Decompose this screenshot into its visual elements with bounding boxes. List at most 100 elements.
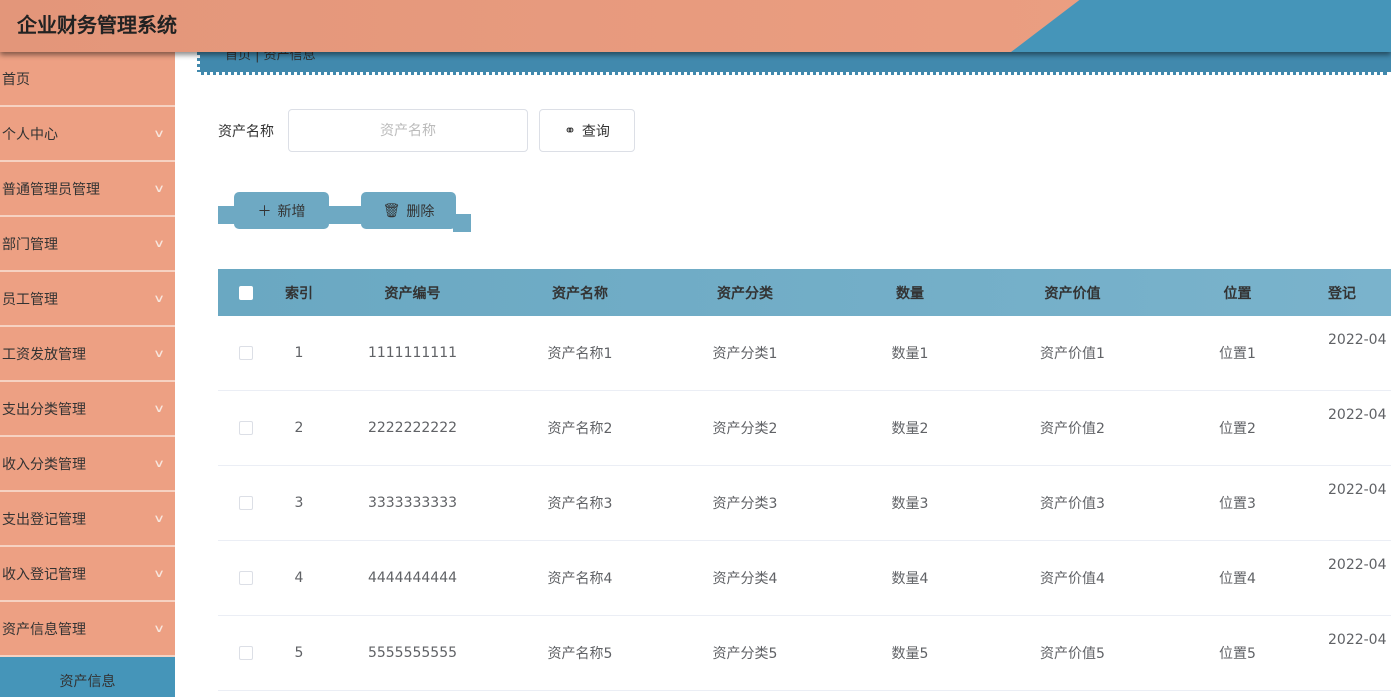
chevron-down-icon: ∨ [152,457,166,470]
table-cell: 资产价值5 [1040,646,1105,662]
row-checkbox[interactable] [238,571,253,585]
table-cell: 资产价值3 [1040,496,1105,512]
sidebar-item[interactable]: 支出登记管理 ∨ [0,492,175,547]
table-cell: 5555555555 [367,645,458,661]
app-title: 企业财务管理系统 [17,13,177,37]
table-cell: 3 [294,495,304,511]
sidebar-item[interactable]: 收入分类管理 ∨ [0,437,175,492]
table-cell: 2 [294,420,304,436]
search-icon: ⚭ [564,122,576,138]
table-cell: 资产名称4 [547,571,613,587]
table-cell: 数量3 [891,496,929,512]
column-header: 索引 [285,285,313,302]
sidebar-item[interactable]: 工资发放管理 ∨ [0,327,175,382]
table-cell: 2022-04 [1328,407,1387,423]
sidebar-item-label: 工资发放管理 [2,346,86,363]
sidebar-item-label: 资产信息管理 [2,621,86,638]
table-row: 1 1111111111 资产名称1 资产分类1 数量1 资产价值1 位置1 2022-04 [218,316,1391,391]
chevron-down-icon: ∨ [152,512,166,525]
column-header: 资产名称 [552,285,608,302]
table-cell: 资产价值1 [1040,346,1105,362]
table-cell: 资产分类2 [712,421,778,437]
table-cell: 资产价值2 [1040,421,1105,437]
header-decoration [1011,0,1391,52]
table-cell: 2022-04 [1328,632,1387,648]
row-checkbox[interactable] [238,346,253,360]
column-header: 登记 [1328,285,1356,302]
table-row: 3 3333333333 资产名称3 资产分类3 数量3 资产价值3 位置3 2022-04 [218,466,1391,541]
table-cell: 资产名称5 [547,646,613,662]
table-cell: 资产分类5 [712,646,778,662]
table-cell: 位置4 [1219,571,1256,587]
table-cell: 位置2 [1219,421,1256,437]
row-checkbox[interactable] [238,421,253,435]
search-button[interactable]: ⚭ 查询 [539,109,635,152]
chevron-down-icon: ∨ [152,292,166,305]
table-header: 索引 资产编号 资产名称 资产分类 数量 资产价值 位置 登记 [218,269,1391,316]
table-cell: 4 [294,570,304,586]
plus-icon: ＋ [257,203,272,220]
table-cell: 数量4 [891,571,929,587]
asset-table: 索引 资产编号 资产名称 资产分类 数量 资产价值 位置 登记 1 1111111111 资产名称… [218,269,1391,691]
sidebar-item-label: 员工管理 [2,291,58,308]
table-cell: 数量2 [891,421,929,437]
delete-label: 删除 [406,203,435,220]
table-cell: 资产名称1 [547,346,613,362]
sidebar-item[interactable]: 支出分类管理 ∨ [0,382,175,437]
sidebar-item[interactable]: 个人中心 ∨ [0,107,175,162]
table-cell: 2022-04 [1328,557,1387,573]
row-checkbox[interactable] [238,646,253,660]
table-cell: 1 [294,345,304,361]
delete-button[interactable]: 🗑 删除 [361,192,456,229]
sidebar-item-label: 支出登记管理 [2,511,86,528]
column-header: 资产价值 [1044,285,1101,302]
table-cell: 5 [294,645,304,661]
table-row: 2 2222222222 资产名称2 资产分类2 数量2 资产价值2 位置2 2022-04 [218,391,1391,466]
sidebar-item-label: 部门管理 [2,236,58,253]
table-cell: 数量5 [891,646,929,662]
chevron-down-icon: ∨ [152,182,166,195]
trash-icon: 🗑 [382,202,401,219]
sidebar: 首页 个人中心 ∨ 普通管理员管理 ∨ 部门管理 ∨ 员工管理 ∨ 工资发放管理 ∨ 支出分类管理 ∨ 收… [0,52,175,697]
table-cell: 1111111111 [367,345,458,361]
column-header: 资产分类 [717,285,773,302]
search-button-label: 查询 [581,122,610,139]
table-cell: 位置5 [1219,646,1256,662]
table-cell: 资产价值4 [1040,571,1105,587]
add-label: 新增 [277,203,306,220]
chevron-down-icon: ∨ [152,347,166,360]
table-cell: 2222222222 [367,420,458,436]
column-header: 资产编号 [384,285,441,302]
add-button[interactable]: ＋ 新增 [234,192,329,229]
sidebar-item[interactable]: 员工管理 ∨ [0,272,175,327]
sidebar-item-label: 普通管理员管理 [2,181,100,198]
select-all-checkbox[interactable] [238,285,253,300]
chevron-down-icon: ∨ [152,622,166,635]
sidebar-item-label: 个人中心 [2,126,58,143]
column-header: 位置 [1223,285,1252,302]
table-cell: 资产名称2 [547,421,613,437]
sidebar-item[interactable]: 普通管理员管理 ∨ [0,162,175,217]
sidebar-item[interactable]: 部门管理 ∨ [0,217,175,272]
sidebar-item-label: 收入分类管理 [2,456,86,473]
sidebar-subitem-asset-info[interactable]: 资产信息 [0,657,175,697]
table-row: 4 4444444444 资产名称4 资产分类4 数量4 资产价值4 位置4 2022-04 [218,541,1391,616]
sidebar-item[interactable]: 资产信息管理 ∨ [0,602,175,657]
row-checkbox[interactable] [238,496,253,510]
table-cell: 数量1 [891,346,929,362]
chevron-down-icon: ∨ [152,402,166,415]
sidebar-item[interactable]: 收入登记管理 ∨ [0,547,175,602]
top-header: 企业财务管理系统 [0,0,1391,52]
table-cell: 3333333333 [367,495,458,511]
sidebar-item-label: 支出分类管理 [2,401,86,418]
table-cell: 位置3 [1219,496,1256,512]
table-cell: 2022-04 [1328,482,1387,498]
sidebar-item[interactable]: 首页 [0,52,175,107]
table-cell: 位置1 [1219,346,1256,362]
search-bar: 资产名称 ⚭ 查询 [218,109,635,152]
chevron-down-icon: ∨ [152,127,166,140]
asset-name-input[interactable] [288,109,528,152]
table-cell: 资产名称3 [547,496,613,512]
chevron-down-icon: ∨ [152,567,166,580]
column-header: 数量 [896,285,924,302]
